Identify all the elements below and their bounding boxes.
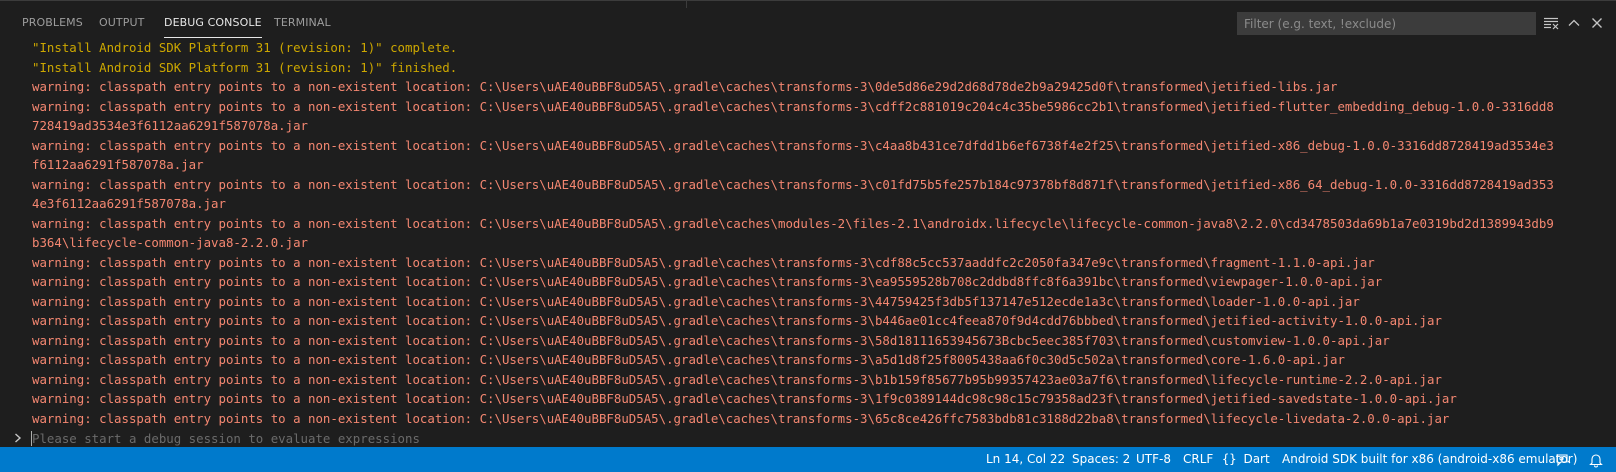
panel-header: PROBLEMS OUTPUT DEBUG CONSOLE TERMINAL: [0, 8, 1616, 38]
status-bar: Ln 14, Col 22 Spaces: 2 UTF-8 CRLF {} Dar…: [0, 447, 1616, 472]
evaluate-expression-input[interactable]: [32, 430, 1592, 447]
console-line: "Install Android SDK Platform 31 (revisi…: [32, 40, 458, 55]
close-panel-icon[interactable]: [1589, 15, 1605, 31]
line-ending[interactable]: CRLF: [1183, 447, 1213, 472]
tab-output[interactable]: OUTPUT: [99, 8, 144, 38]
console-line: "Install Android SDK Platform 31 (revisi…: [32, 59, 458, 75]
file-encoding[interactable]: UTF-8: [1136, 447, 1171, 472]
language-mode[interactable]: {} Dart: [1222, 447, 1270, 472]
clear-console-icon[interactable]: [1543, 15, 1559, 31]
console-line: b364\lifecycle-common-java8-2.2.0.jar: [32, 235, 309, 250]
console-line: warning: classpath entry points to a non…: [32, 137, 1554, 153]
console-line: warning: classpath entry points to a non…: [32, 293, 1360, 309]
notifications-bell-icon[interactable]: [1588, 452, 1604, 468]
console-line: warning: classpath entry points to a non…: [32, 332, 1390, 348]
console-line: warning: classpath entry points to a non…: [32, 254, 1375, 270]
chevron-right-icon: [15, 433, 22, 443]
language-label: Dart: [1243, 452, 1270, 466]
console-line: warning: classpath entry points to a non…: [32, 215, 1554, 231]
console-line: warning: classpath entry points to a non…: [32, 79, 1338, 94]
console-line: warning: classpath entry points to a non…: [32, 98, 1554, 114]
filter-input[interactable]: [1238, 13, 1535, 35]
console-line: warning: classpath entry points to a non…: [32, 371, 1442, 387]
console-line: warning: classpath entry points to a non…: [32, 274, 1383, 289]
braces-icon: {}: [1222, 452, 1237, 466]
repl-input-row: [0, 430, 1616, 447]
console-line: 728419ad3534e3f6112aa6291f587078a.jar: [32, 118, 309, 133]
top-border: [0, 0, 1616, 8]
console-line: 4e3f6112aa6291f587078a.jar: [32, 196, 226, 211]
maximize-panel-icon[interactable]: [1566, 15, 1582, 31]
console-line: warning: classpath entry points to a non…: [32, 352, 1345, 367]
console-line: warning: classpath entry points to a non…: [32, 176, 1554, 192]
console-line: f6112aa6291f587078a.jar: [32, 157, 204, 172]
tab-terminal[interactable]: TERMINAL: [274, 8, 331, 38]
console-line: warning: classpath entry points to a non…: [32, 391, 1457, 406]
device-selector[interactable]: Android SDK built for x86 (android-x86 e…: [1282, 447, 1577, 472]
debug-console-output: "Install Android SDK Platform 31 (revisi…: [0, 38, 1616, 430]
tab-problems[interactable]: PROBLEMS: [22, 8, 83, 38]
console-line: warning: classpath entry points to a non…: [32, 313, 1442, 328]
tab-debug-console[interactable]: DEBUG CONSOLE: [164, 8, 262, 38]
filter-box: [1237, 12, 1536, 35]
console-line: warning: classpath entry points to a non…: [32, 410, 1450, 426]
indentation-setting[interactable]: Spaces: 2: [1072, 447, 1130, 472]
feedback-icon[interactable]: [1555, 452, 1571, 468]
cursor-position[interactable]: Ln 14, Col 22: [986, 447, 1065, 472]
